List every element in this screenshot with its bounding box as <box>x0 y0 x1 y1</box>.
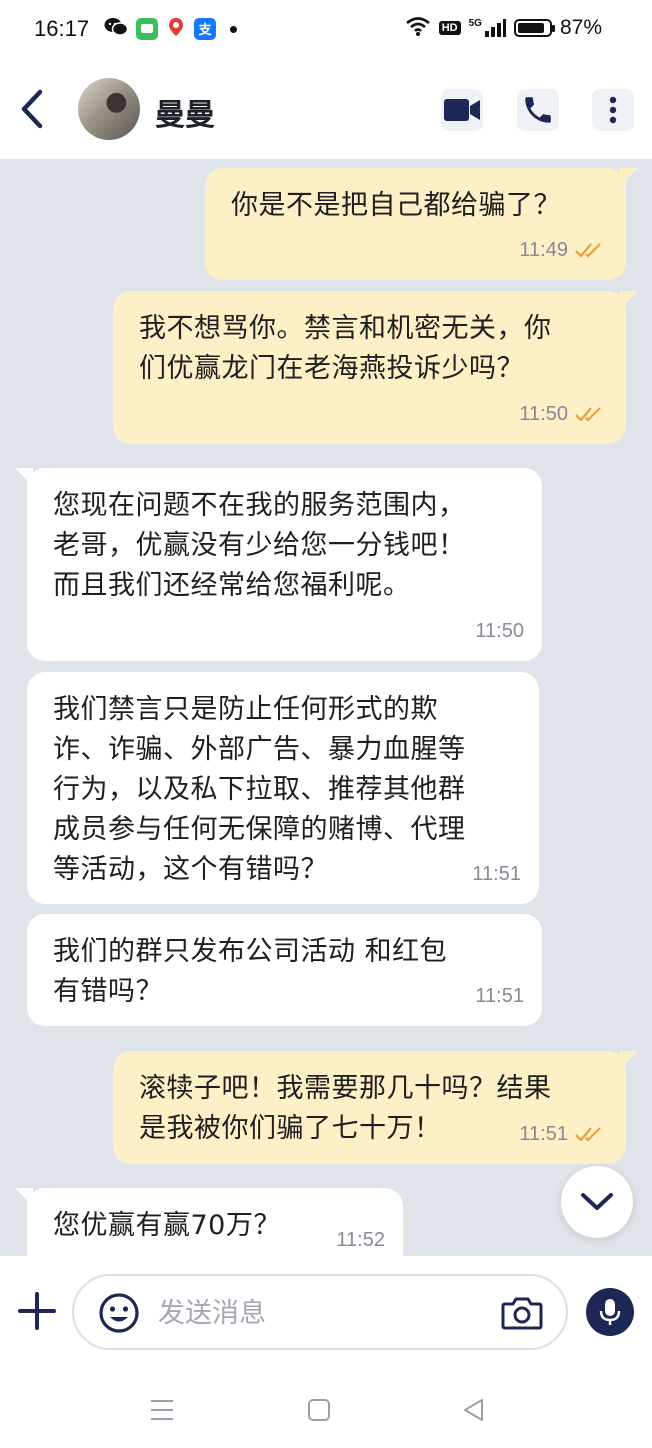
message-text: 我们的群只发布公司活动 和红包 有错吗？ <box>53 936 448 1007</box>
smiley-icon <box>99 1293 139 1333</box>
message-input[interactable] <box>158 1290 478 1336</box>
message-text: 我们禁言只是防止任何形式的欺 诈、诈骗、外部广告、暴力血腥等 行为，以及私下拉取… <box>53 694 466 885</box>
messages-app-icon <box>136 18 158 40</box>
attach-button[interactable] <box>16 1290 58 1332</box>
avatar[interactable] <box>78 78 140 140</box>
camera-button[interactable] <box>500 1292 544 1334</box>
chevron-down-icon <box>581 1193 613 1210</box>
message-text: 您优赢有赢70万？ <box>53 1210 281 1241</box>
message-bubble-incoming[interactable]: 我们禁言只是防止任何形式的欺 诈、诈骗、外部广告、暴力血腥等 行为，以及私下拉取… <box>27 672 539 904</box>
message-bubble-outgoing[interactable]: 我不想骂你。禁言和机密无关，你 们优赢龙门在老海燕投诉少吗？ 11:50 <box>113 291 638 444</box>
message-text: 我不想骂你。禁言和机密无关，你 们优赢龙门在老海燕投诉少吗？ <box>139 313 552 384</box>
message-time: 11:50 <box>475 620 524 642</box>
system-navigation-bar <box>0 1372 652 1448</box>
message-text: 你是不是把自己都给骗了？ <box>231 190 561 221</box>
message-list[interactable]: 你是不是把自己都给骗了？ 11:49 我不想骂你。禁言和机密无关，你 们优赢龙门… <box>0 160 652 1256</box>
system-back-button[interactable] <box>460 1396 488 1424</box>
cellular-signal-icon: 5G <box>469 18 506 38</box>
battery-level <box>517 23 545 33</box>
message-meta: 11:50 <box>519 394 608 434</box>
message-time: 11:52 <box>336 1229 385 1251</box>
hd-badge: HD <box>438 21 461 35</box>
maps-app-icon <box>166 16 186 42</box>
message-bubble-incoming[interactable]: 我们的群只发布公司活动 和红包 有错吗？ 11:51 <box>27 914 542 1026</box>
voice-call-button[interactable] <box>517 89 559 131</box>
square-icon <box>308 1399 330 1421</box>
message-time: 11:50 <box>519 403 568 425</box>
message-bubble-incoming[interactable]: 您优赢有赢70万？ 11:52 <box>15 1188 403 1256</box>
message-time: 11:51 <box>472 863 521 885</box>
message-meta: 11:49 <box>519 230 608 270</box>
system-indicators: HD 5G 87% <box>405 15 602 41</box>
chat-header: 曼曼 <box>0 60 652 160</box>
message-input-box <box>72 1274 568 1350</box>
composer-bar <box>0 1256 652 1372</box>
wechat-icon <box>104 16 129 42</box>
recent-apps-button[interactable] <box>148 1396 176 1424</box>
message-meta: 11:51 <box>472 854 521 894</box>
video-camera-icon <box>444 99 480 121</box>
more-vertical-icon <box>609 96 617 124</box>
message-text: 您现在问题不在我的服务范围内， 老哥，优赢没有少给您一分钱吧！ 而且我们还经常给… <box>53 490 466 601</box>
plus-icon <box>18 1292 56 1330</box>
video-call-button[interactable] <box>441 89 483 131</box>
chevron-left-icon <box>21 89 43 129</box>
message-meta: 11:52 <box>336 1220 385 1256</box>
triangle-back-icon <box>464 1399 483 1421</box>
message-bubble-outgoing[interactable]: 滚犊子吧！我需要那几十吗？结果 是我被你们骗了七十万！ 11:51 <box>113 1051 638 1164</box>
alipay-app-icon: 支 <box>194 18 216 40</box>
battery-icon <box>513 19 555 37</box>
status-bar: 16:17 支 HD 5G 87% <box>0 0 652 60</box>
notification-icons: 支 <box>104 16 237 42</box>
message-time: 11:49 <box>519 239 568 261</box>
scroll-to-bottom-button[interactable] <box>561 1166 633 1238</box>
message-meta: 11:51 <box>519 1114 608 1154</box>
microphone-icon <box>599 1299 621 1325</box>
voice-message-button[interactable] <box>586 1288 634 1336</box>
camera-icon <box>501 1297 543 1330</box>
read-receipt-icon <box>575 407 601 422</box>
emoji-button[interactable] <box>98 1292 140 1334</box>
network-type: 5G <box>468 18 482 29</box>
message-bubble-incoming[interactable]: 您现在问题不在我的服务范围内， 老哥，优赢没有少给您一分钱吧！ 而且我们还经常给… <box>15 468 542 661</box>
message-meta: 11:51 <box>475 976 524 1016</box>
message-meta: 11:50 <box>475 611 524 651</box>
menu-lines-icon <box>151 1400 173 1420</box>
status-time: 16:17 <box>34 16 90 41</box>
more-options-button[interactable] <box>592 89 634 131</box>
message-time: 11:51 <box>475 985 524 1007</box>
home-button[interactable] <box>305 1396 333 1424</box>
battery-percent: 87% <box>559 16 602 39</box>
message-time: 11:51 <box>519 1123 568 1145</box>
message-bubble-outgoing[interactable]: 你是不是把自己都给骗了？ 11:49 <box>205 168 638 280</box>
read-receipt-icon <box>575 1127 601 1142</box>
phone-icon <box>525 97 551 123</box>
back-button[interactable] <box>14 86 50 132</box>
contact-name[interactable]: 曼曼 <box>155 90 215 134</box>
wifi-icon <box>405 15 431 41</box>
read-receipt-icon <box>575 243 601 258</box>
more-notifications-dot <box>230 25 237 33</box>
svg-text:支: 支 <box>197 22 212 38</box>
